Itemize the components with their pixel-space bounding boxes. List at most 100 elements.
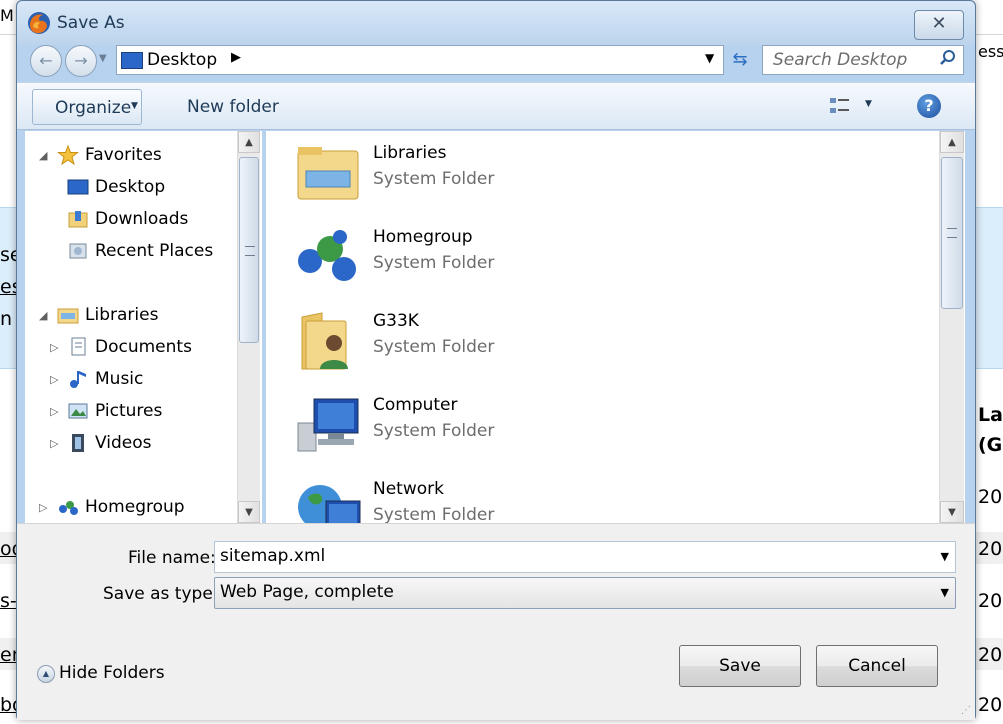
back-arrow-icon: ← xyxy=(39,51,53,70)
tree-item-favorites[interactable]: ◢ Favorites xyxy=(25,143,245,169)
search-input[interactable]: Search Desktop xyxy=(762,45,964,75)
music-icon xyxy=(70,371,86,388)
tree-item-pictures[interactable]: ▷ Pictures xyxy=(25,399,245,425)
expand-arrow-icon[interactable]: ▷ xyxy=(50,373,58,386)
downloads-folder-icon xyxy=(68,211,88,228)
collapse-arrow-icon[interactable]: ◢ xyxy=(39,149,47,162)
address-bar[interactable]: Desktop ▶ ▼ xyxy=(116,45,724,75)
bg-link-fragment[interactable]: s- xyxy=(0,590,17,612)
recent-locations-dropdown-icon[interactable]: ▼ xyxy=(99,53,107,64)
scroll-up-icon[interactable]: ▲ xyxy=(940,131,964,153)
libraries-folder-icon xyxy=(297,147,359,200)
help-icon[interactable]: ? xyxy=(917,94,941,118)
recent-places-icon xyxy=(69,243,87,259)
item-name: Computer xyxy=(373,395,458,415)
save-type-label: Save as type: xyxy=(103,584,219,604)
bg-column-header: (GI xyxy=(978,434,1003,456)
tree-item-recent-places[interactable]: Recent Places xyxy=(25,239,245,265)
scrollbar-grip xyxy=(245,246,255,256)
item-type: System Folder xyxy=(373,505,495,523)
breadcrumb-arrow-icon[interactable]: ▶ xyxy=(231,50,241,65)
expand-arrow-icon[interactable]: ▷ xyxy=(50,437,58,450)
tree-item-label: Videos xyxy=(95,433,152,453)
search-placeholder: Search Desktop xyxy=(773,50,908,70)
item-type: System Folder xyxy=(373,253,495,273)
scroll-down-icon[interactable]: ▼ xyxy=(940,501,964,523)
address-location[interactable]: Desktop xyxy=(147,50,217,70)
save-as-dialog: Save As ✕ ← → ▼ Desktop ▶ ▼ ⇆ Search Des… xyxy=(16,0,976,720)
tree-item-videos[interactable]: ▷ Videos xyxy=(25,431,245,457)
tree-item-label: Music xyxy=(95,369,144,389)
change-view-icon[interactable] xyxy=(829,96,851,116)
forward-button[interactable]: → xyxy=(65,45,97,77)
tree-item-downloads[interactable]: Downloads xyxy=(25,207,245,233)
computer-icon xyxy=(297,398,359,452)
tree-item-label: Documents xyxy=(95,337,192,357)
search-icon[interactable] xyxy=(939,49,957,67)
file-name-label: File name: xyxy=(128,548,216,568)
save-button-label: Save xyxy=(719,656,761,676)
scrollbar-thumb[interactable] xyxy=(941,157,963,309)
new-folder-button[interactable]: New folder xyxy=(187,97,279,117)
tree-item-label: Desktop xyxy=(95,177,166,197)
chevron-down-icon[interactable]: ▼ xyxy=(865,99,872,109)
forward-arrow-icon: → xyxy=(74,51,88,70)
expand-arrow-icon[interactable]: ▷ xyxy=(50,341,58,354)
refresh-icon[interactable]: ⇆ xyxy=(725,45,755,75)
organize-button[interactable]: Organize ▼ xyxy=(32,89,142,125)
collapse-arrow-icon[interactable]: ◢ xyxy=(39,309,47,322)
bg-cell: 20 xyxy=(978,590,1003,612)
dialog-title: Save As xyxy=(57,13,125,33)
tree-item-documents[interactable]: ▷ Documents xyxy=(25,335,245,361)
tree-item-label: Homegroup xyxy=(85,497,185,517)
bg-cell: 20 xyxy=(978,644,1003,666)
tree-item-label: Libraries xyxy=(85,305,159,325)
list-item-computer[interactable]: Computer System Folder xyxy=(294,383,894,467)
scrollbar-thumb[interactable] xyxy=(239,157,259,343)
bg-cell: 20 xyxy=(978,694,1003,716)
tree-item-label: Downloads xyxy=(95,209,189,229)
homegroup-icon xyxy=(298,230,356,281)
file-list-scrollbar[interactable]: ▲ ▼ xyxy=(939,131,964,523)
title-bar[interactable]: Save As ✕ ← → ▼ xyxy=(17,1,975,77)
list-item-homegroup[interactable]: Homegroup System Folder xyxy=(294,215,894,299)
close-icon: ✕ xyxy=(931,13,947,34)
expand-arrow-icon[interactable]: ▷ xyxy=(50,405,58,418)
item-type: System Folder xyxy=(373,337,495,357)
list-item-g33k[interactable]: G33K System Folder xyxy=(294,299,894,383)
save-button[interactable]: Save xyxy=(679,645,801,687)
back-button[interactable]: ← xyxy=(30,45,62,77)
resize-grip-icon[interactable]: ⋰ xyxy=(961,705,971,716)
file-name-value: sitemap.xml xyxy=(220,546,326,566)
libraries-icon xyxy=(57,308,79,324)
tree-item-desktop[interactable]: Desktop xyxy=(25,175,245,201)
desktop-icon xyxy=(121,52,143,69)
hide-folders-button[interactable]: ▲ Hide Folders xyxy=(37,662,197,686)
videos-icon xyxy=(72,434,84,452)
navigation-scrollbar[interactable]: ▲ ▼ xyxy=(237,131,260,523)
chevron-down-icon[interactable]: ▼ xyxy=(941,586,949,599)
scroll-up-icon[interactable]: ▲ xyxy=(238,131,260,153)
bg-url-fragment: ess xyxy=(978,42,1003,61)
file-name-input[interactable]: sitemap.xml ▼ xyxy=(214,541,956,573)
list-item-network[interactable]: Network System Folder xyxy=(294,467,894,523)
homegroup-icon xyxy=(59,501,78,515)
save-type-select[interactable]: Web Page, complete ▼ xyxy=(214,577,956,609)
documents-icon xyxy=(71,337,86,356)
cancel-button[interactable]: Cancel xyxy=(816,645,938,687)
chevron-down-icon[interactable]: ▼ xyxy=(941,550,949,563)
bg-column-header: Las xyxy=(978,404,1003,426)
expand-arrow-icon[interactable]: ▷ xyxy=(39,501,47,514)
list-item-libraries[interactable]: Libraries System Folder xyxy=(294,131,894,215)
close-button[interactable]: ✕ xyxy=(914,10,964,40)
item-name: Network xyxy=(373,479,444,499)
cancel-button-label: Cancel xyxy=(848,656,906,676)
tree-item-homegroup[interactable]: ▷ Homegroup xyxy=(25,495,245,521)
address-dropdown-icon[interactable]: ▼ xyxy=(705,51,714,65)
hide-folders-label: Hide Folders xyxy=(59,663,165,683)
tree-item-label: Favorites xyxy=(85,145,162,165)
scroll-down-icon[interactable]: ▼ xyxy=(238,501,260,523)
tree-item-music[interactable]: ▷ Music xyxy=(25,367,245,393)
tree-item-libraries[interactable]: ◢ Libraries xyxy=(25,303,245,329)
scrollbar-grip xyxy=(947,228,957,238)
